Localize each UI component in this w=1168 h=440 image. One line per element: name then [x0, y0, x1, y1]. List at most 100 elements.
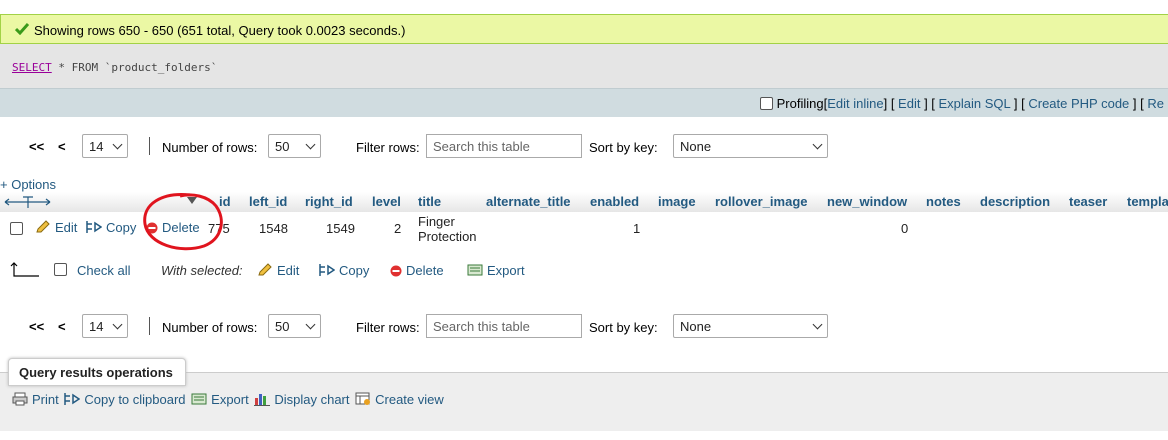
success-message: Showing rows 650 - 650 (651 total, Query… [34, 23, 406, 38]
filter-input[interactable]: Search this table [426, 314, 582, 338]
column-header-enabled[interactable]: enabled [590, 194, 639, 209]
query-results-operations-tab: Query results operations [8, 358, 186, 386]
print-button[interactable]: Print [12, 392, 62, 407]
page-select-value: 14 [89, 319, 104, 334]
check-all-label[interactable]: Check all [77, 263, 130, 278]
copy-icon [86, 221, 102, 233]
display-chart-button[interactable]: Display chart [254, 392, 353, 407]
sql-query-box: SELECT * FROM `product_folders` [0, 44, 1168, 88]
row-copy-button[interactable]: Copy [86, 220, 136, 235]
create-view-label: Create view [375, 392, 444, 407]
chevron-down-icon [812, 319, 823, 330]
bulk-delete-button[interactable]: Delete [390, 263, 444, 278]
operations-row: Print Copy to clipboard Export Display c… [12, 392, 446, 407]
bulk-copy-button[interactable]: Copy [319, 263, 369, 278]
divider [149, 317, 150, 335]
column-header-teaser[interactable]: teaser [1069, 194, 1107, 209]
column-header-left-id[interactable]: left_id [249, 194, 287, 209]
row-edit-button[interactable]: Edit [35, 220, 77, 235]
edit-link[interactable]: Edit [898, 96, 920, 111]
page-select-value: 14 [89, 139, 104, 154]
export-icon [191, 393, 207, 405]
refresh-link[interactable]: Re [1147, 96, 1164, 111]
copy-to-clipboard-button[interactable]: Copy to clipboard [64, 392, 189, 407]
rows-select[interactable]: 50 [268, 314, 321, 338]
edit-inline-link[interactable]: Edit inline [827, 96, 883, 111]
copy-icon [319, 264, 335, 276]
create-view-button[interactable]: Create view [355, 392, 444, 407]
row-checkbox[interactable] [10, 222, 23, 235]
view-icon [355, 392, 371, 405]
profiling-bar: Profiling[Edit inline] [ Edit ] [ Explai… [0, 88, 1168, 117]
sql-keyword[interactable]: SELECT [12, 61, 52, 74]
pencil-icon [36, 220, 50, 233]
rows-select-value: 50 [275, 319, 290, 334]
first-page-button[interactable]: << [29, 139, 44, 154]
rows-label: Number of rows: [162, 140, 258, 155]
explain-sql-link[interactable]: Explain SQL [939, 96, 1011, 111]
bar-chart-icon [254, 394, 271, 406]
prev-page-button[interactable]: < [58, 319, 66, 334]
rows-select[interactable]: 50 [268, 134, 321, 158]
copy-to-clipboard-label: Copy to clipboard [84, 392, 186, 407]
copy-icon [64, 393, 81, 405]
sort-label: Sort by key: [589, 320, 658, 335]
sort-select[interactable]: None [673, 314, 828, 338]
sort-select[interactable]: None [673, 134, 828, 158]
arrow-left-up-icon [10, 262, 39, 277]
with-selected-label: With selected: [161, 263, 243, 278]
success-message-bar: Showing rows 650 - 650 (651 total, Query… [0, 14, 1168, 44]
chevron-down-icon [305, 319, 316, 330]
chevron-down-icon [112, 139, 123, 150]
print-label: Print [32, 392, 59, 407]
profiling-checkbox[interactable] [760, 97, 773, 110]
column-header-new-window[interactable]: new_window [827, 194, 907, 209]
column-header-level[interactable]: level [372, 194, 401, 209]
bulk-copy-label: Copy [339, 263, 370, 278]
bulk-delete-label: Delete [406, 263, 444, 278]
pencil-icon [258, 263, 272, 276]
check-all-checkbox[interactable] [54, 263, 67, 276]
profiling-label: Profiling [776, 96, 824, 111]
filter-label: Filter rows: [356, 320, 420, 335]
chevron-down-icon [305, 139, 316, 150]
cell-title-line2: Protection [418, 229, 477, 244]
sql-query-rest: * FROM `product_folders` [51, 61, 218, 74]
row-copy-label: Copy [106, 220, 137, 235]
bulk-edit-label: Edit [277, 263, 300, 278]
column-header-notes[interactable]: notes [926, 194, 961, 209]
display-chart-label: Display chart [274, 392, 350, 407]
page-select[interactable]: 14 [82, 314, 128, 338]
bulk-export-label: Export [487, 263, 525, 278]
cell-left-id: 1548 [259, 221, 288, 236]
cell-new-window: 0 [901, 221, 909, 236]
filter-label: Filter rows: [356, 140, 420, 155]
cell-level: 2 [394, 221, 402, 236]
column-header-alternate-title[interactable]: alternate_title [486, 194, 571, 209]
bulk-edit-button[interactable]: Edit [257, 263, 299, 278]
column-header-description[interactable]: description [980, 194, 1050, 209]
sort-select-value: None [680, 319, 712, 334]
sort-label: Sort by key: [589, 140, 658, 155]
column-header-image[interactable]: image [658, 194, 696, 209]
filter-input[interactable]: Search this table [426, 134, 582, 158]
column-header-rollover-image[interactable]: rollover_image [715, 194, 808, 209]
page-select[interactable]: 14 [82, 134, 128, 158]
sql-query: SELECT * FROM `product_folders` [12, 61, 217, 74]
column-header-title[interactable]: title [418, 194, 441, 209]
prev-page-button[interactable]: < [58, 139, 66, 154]
cell-enabled: 1 [633, 221, 641, 236]
column-arrows-icon[interactable] [4, 195, 52, 209]
chevron-down-icon [112, 319, 123, 330]
create-php-code-link[interactable]: Create PHP code [1028, 96, 1129, 111]
cell-right-id: 1549 [326, 221, 355, 236]
export-button[interactable]: Export [191, 392, 252, 407]
sort-select-value: None [680, 139, 712, 154]
bulk-export-button[interactable]: Export [467, 263, 525, 278]
printer-icon [12, 392, 28, 406]
options-toggle[interactable]: + Options [0, 177, 56, 192]
column-header-right-id[interactable]: right_id [305, 194, 353, 209]
cell-title-line1: Finger [418, 214, 455, 229]
first-page-button[interactable]: << [29, 319, 44, 334]
column-header-template[interactable]: templa [1127, 194, 1168, 209]
